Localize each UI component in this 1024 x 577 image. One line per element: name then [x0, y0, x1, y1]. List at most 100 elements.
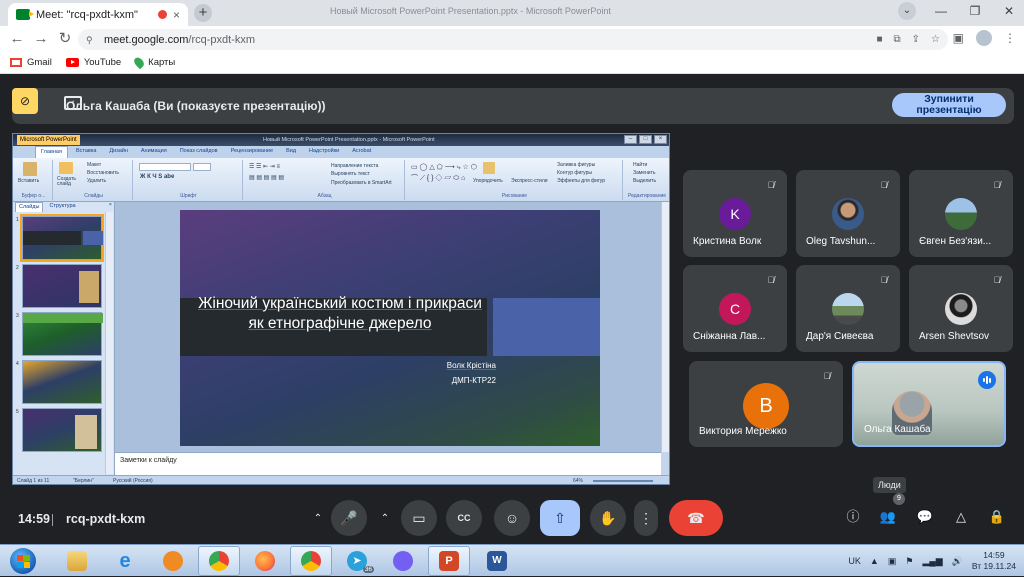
current-slide[interactable]: Жіночий український костюм і прикраси як… [180, 210, 600, 446]
host-controls-icon[interactable]: 🔒 [986, 506, 1008, 528]
emoji-reactions-button[interactable]: ☺ [494, 500, 530, 536]
taskbar-powerpoint[interactable]: P [428, 546, 470, 576]
slide-thumbnail[interactable] [22, 264, 102, 308]
taskbar-clock[interactable]: 14:59 Вт 19.11.24 [972, 550, 1016, 572]
participant-tile[interactable]: 🎙̸ Дар'я Сивеєва [796, 265, 900, 352]
activities-icon[interactable]: △ [950, 506, 972, 528]
participant-tile[interactable]: 🎙̸ Oleg Tavshun... [796, 170, 900, 257]
pane-tab-outline[interactable]: Структура [46, 202, 78, 212]
layout-button[interactable]: Макет [87, 162, 101, 168]
people-icon[interactable]: 👥 [877, 506, 899, 528]
ribbon-tab[interactable]: Анимация [136, 146, 172, 158]
ribbon-tab[interactable]: Вид [281, 146, 301, 158]
ribbon-tab[interactable]: Рецензирование [226, 146, 278, 158]
raise-hand-button[interactable]: ✋ [590, 500, 626, 536]
taskbar-viber[interactable] [382, 546, 424, 576]
zoom-slider[interactable] [593, 480, 653, 482]
font-size-select[interactable] [193, 163, 211, 171]
video-options-chevron-icon[interactable]: ⌃ [374, 500, 396, 536]
arrange-button[interactable]: Упорядочить [473, 178, 503, 184]
notes-field[interactable]: Заметки к слайду [115, 452, 661, 475]
site-info-icon[interactable]: ⚲ [86, 35, 96, 45]
camera-in-use-icon[interactable]: ■ [876, 34, 882, 45]
participant-tile[interactable]: 🎙̸ В Виктория Мережко [689, 361, 843, 447]
slide-thumbnail[interactable] [20, 214, 104, 262]
leave-call-button[interactable]: ☎ [669, 500, 723, 536]
taskbar-word[interactable]: W [476, 546, 518, 576]
taskbar-telegram[interactable]: ➤ 36 [336, 546, 378, 576]
app-tray-icon[interactable]: ▣ [888, 556, 897, 567]
ribbon-tab[interactable]: Надстройки [304, 146, 344, 158]
reload-icon[interactable]: ↻ [56, 30, 74, 48]
participant-tile[interactable]: 🎙̸ Arsen Shevtsov [909, 265, 1013, 352]
font-name-select[interactable] [139, 163, 191, 171]
volume-icon[interactable]: 🔊 [952, 556, 963, 567]
shape-outline-button[interactable]: Контур фигуры [557, 170, 592, 176]
chat-icon[interactable]: 💬 [914, 506, 936, 528]
ribbon-tab[interactable]: Показ слайдов [175, 146, 223, 158]
self-video-tile[interactable]: Ольга Кашаба [852, 361, 1006, 447]
present-now-button[interactable]: ⇧ [540, 500, 580, 536]
ribbon-tab[interactable]: Главная [35, 146, 68, 158]
shape-effects-button[interactable]: Эффекты для фигур [557, 178, 605, 184]
participant-tile[interactable]: 🎙̸ K Кристина Волк [683, 170, 787, 257]
shape-fill-button[interactable]: Заливка фигуры [557, 162, 595, 168]
maximize-button[interactable]: ❐ [966, 4, 984, 18]
captions-button[interactable]: CC [446, 500, 482, 536]
ppt-close-button[interactable]: × [654, 135, 667, 144]
office-button[interactable]: Microsoft PowerPoint [17, 135, 80, 145]
slide-thumbnail[interactable] [22, 360, 102, 404]
bookmark-gmail[interactable]: Gmail [10, 57, 52, 68]
bookmark-maps[interactable]: Карты [132, 55, 175, 70]
delete-button[interactable]: Удалить [87, 178, 106, 184]
status-zoom[interactable]: 64% [573, 476, 583, 484]
ribbon-tab[interactable]: Вставка [71, 146, 101, 158]
camera-button[interactable]: ▭ [401, 500, 437, 536]
more-options-icon[interactable]: ⋮ [634, 500, 658, 536]
shapes-gallery-row2[interactable]: ⌒ ⟋ { } ◇ ▱ ⬭ ⌂ [411, 173, 465, 183]
shapes-gallery[interactable]: ▭ ◯ △ ⬠ ⟶ ⤷ ☆ ⬡ [411, 163, 477, 172]
participant-tile[interactable]: 🎙̸ C Сніжанна Лав... [683, 265, 787, 352]
side-panel-icon[interactable]: ▣ [953, 31, 964, 45]
language-indicator[interactable]: UK [848, 556, 861, 566]
forward-arrow-icon[interactable]: → [32, 30, 50, 48]
slide-group[interactable]: ДМП-КТР22 [452, 376, 496, 385]
ribbon-tab[interactable]: Acrobat [347, 146, 376, 158]
microphone-button[interactable]: 🎤 [331, 500, 367, 536]
slide-thumbnail[interactable] [22, 312, 103, 356]
quick-styles-button[interactable]: Экспресс-стили [511, 178, 548, 184]
ppt-maximize-button[interactable]: □ [639, 135, 652, 144]
reset-button[interactable]: Восстановить [87, 170, 119, 176]
meeting-details-icon[interactable]: ⓘ [842, 506, 864, 528]
new-slide-button[interactable]: Создать слайд [57, 177, 83, 187]
list-buttons[interactable]: ☰ ☰ ⇤ ⇥ ≡ [249, 163, 280, 170]
find-button[interactable]: Найти [633, 162, 647, 168]
align-buttons[interactable]: ▤ ▤ ▤ ▤ ▤ [249, 174, 284, 181]
address-bar[interactable]: ⚲ meet.google.com/rcq-pxdt-kxm ■ ⧉ ⇪ ☆ [78, 29, 948, 50]
taskbar-chrome[interactable] [198, 546, 240, 576]
tab-search-chevron-icon[interactable]: ⌄ [898, 2, 916, 20]
back-arrow-icon[interactable]: ← [8, 30, 26, 48]
browser-tab[interactable]: Meet: "rcq-pxdt-kxm" × [8, 3, 188, 26]
taskbar-firefox[interactable] [244, 546, 286, 576]
close-window-button[interactable]: ✕ [1000, 4, 1018, 18]
taskbar-explorer[interactable] [56, 546, 98, 576]
taskbar-chrome-2[interactable] [290, 546, 332, 576]
profile-avatar[interactable] [976, 30, 992, 46]
slide-author[interactable]: Волк Крістіна [447, 361, 496, 370]
action-center-flag-icon[interactable]: ⚑ [905, 556, 913, 567]
share-icon[interactable]: ⇪ [912, 34, 920, 45]
pane-tab-slides[interactable]: Слайды [15, 202, 44, 212]
minimize-button[interactable]: — [932, 4, 950, 18]
tab-close-button[interactable]: × [173, 8, 180, 22]
paste-button[interactable]: Вставить [18, 178, 39, 184]
audio-options-chevron-icon[interactable]: ⌃ [307, 500, 329, 536]
pane-scrollbar[interactable] [105, 212, 113, 474]
text-direction-button[interactable]: Направление текста [331, 163, 378, 169]
show-hidden-icons-icon[interactable]: ▲ [870, 556, 879, 566]
smartart-button[interactable]: Преобразовать в SmartArt [331, 180, 392, 186]
font-format-buttons[interactable]: Ж К Ч S abe [140, 174, 174, 180]
menu-kebab-icon[interactable]: ⋮ [1004, 31, 1016, 45]
taskbar-ie[interactable]: e [104, 546, 146, 576]
network-signal-icon[interactable]: ▂▄▆ [922, 556, 942, 567]
